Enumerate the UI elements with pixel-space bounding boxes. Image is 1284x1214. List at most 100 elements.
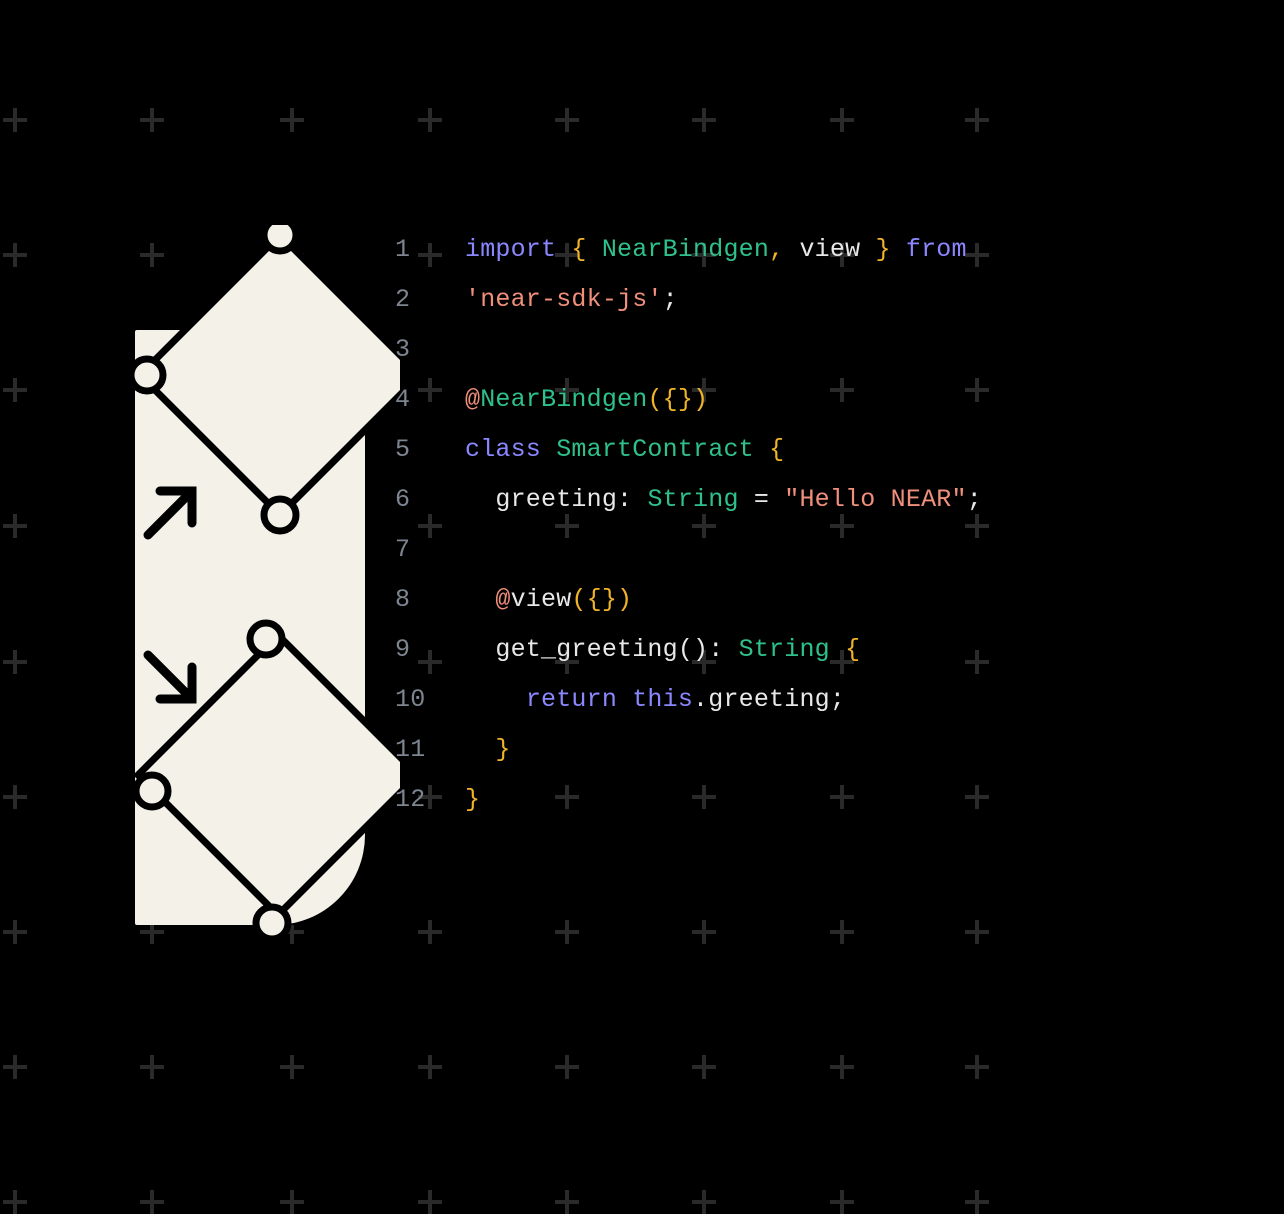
plus-icon (555, 1190, 579, 1214)
code-token: return (526, 685, 617, 714)
plus-icon (830, 1055, 854, 1079)
code-token: { (845, 635, 860, 664)
code-token: view (511, 585, 572, 614)
plus-icon (140, 1190, 164, 1214)
code-line: 11 } (395, 725, 982, 775)
code-token (891, 235, 906, 264)
plus-icon (692, 920, 716, 944)
plus-icon (965, 1190, 989, 1214)
code-token: 'near-sdk-js' (465, 285, 663, 314)
plus-icon (140, 108, 164, 132)
code-content: } (465, 775, 480, 825)
code-token: ; (663, 285, 678, 314)
code-content: @NearBindgen({}) (465, 375, 708, 425)
code-token: ; (967, 485, 982, 514)
plus-icon (3, 920, 27, 944)
code-token: get_greeting(): (465, 635, 739, 664)
code-token: @ (495, 585, 510, 614)
code-content: greeting: String = "Hello NEAR"; (465, 475, 982, 525)
code-token: "Hello NEAR" (784, 485, 966, 514)
plus-icon (3, 108, 27, 132)
code-token (754, 435, 769, 464)
line-number: 7 (395, 525, 465, 575)
code-line: 6 greeting: String = "Hello NEAR"; (395, 475, 982, 525)
code-line: 4@NearBindgen({}) (395, 375, 982, 425)
code-token: this (632, 685, 693, 714)
code-token: .greeting; (693, 685, 845, 714)
plus-icon (280, 1055, 304, 1079)
code-token: = (739, 485, 785, 514)
code-token (556, 235, 571, 264)
plus-icon (280, 108, 304, 132)
plus-icon (692, 108, 716, 132)
code-line: 9 get_greeting(): String { (395, 625, 982, 675)
code-line: 1import { NearBindgen, view } from (395, 225, 982, 275)
code-line: 3 (395, 325, 982, 375)
plus-icon (555, 920, 579, 944)
plus-icon (418, 1055, 442, 1079)
code-content: @view({}) (465, 575, 632, 625)
code-line: 2'near-sdk-js'; (395, 275, 982, 325)
code-token (587, 235, 602, 264)
plus-icon (555, 1055, 579, 1079)
code-token (465, 585, 495, 614)
code-snippet: 1import { NearBindgen, view } from2'near… (395, 225, 982, 825)
code-token: NearBindgen (602, 235, 769, 264)
code-token (465, 685, 526, 714)
code-token (830, 635, 845, 664)
plus-icon (3, 785, 27, 809)
code-token: from (906, 235, 967, 264)
code-content: } (465, 725, 511, 775)
line-number: 3 (395, 325, 465, 375)
code-token: { (769, 435, 784, 464)
line-number: 4 (395, 375, 465, 425)
code-token: @ (465, 385, 480, 414)
plus-icon (830, 920, 854, 944)
code-line: 8 @view({}) (395, 575, 982, 625)
code-content: import { NearBindgen, view } from (465, 225, 967, 275)
plus-icon (3, 1055, 27, 1079)
line-number: 5 (395, 425, 465, 475)
code-token: import (465, 235, 556, 264)
plus-icon (830, 108, 854, 132)
code-content: 'near-sdk-js'; (465, 275, 678, 325)
plus-icon (3, 650, 27, 674)
line-number: 1 (395, 225, 465, 275)
code-token: greeting: (465, 485, 647, 514)
code-token (617, 685, 632, 714)
code-line: 5class SmartContract { (395, 425, 982, 475)
plus-icon (3, 1190, 27, 1214)
plus-icon (3, 378, 27, 402)
plus-icon (140, 1055, 164, 1079)
plus-icon (418, 1190, 442, 1214)
line-number: 11 (395, 725, 465, 775)
plus-icon (3, 514, 27, 538)
code-token: String (739, 635, 830, 664)
line-number: 8 (395, 575, 465, 625)
plus-icon (965, 920, 989, 944)
code-token: class (465, 435, 541, 464)
plus-icon (965, 108, 989, 132)
plus-icon (280, 1190, 304, 1214)
code-line: 7 (395, 525, 982, 575)
code-token: view (784, 235, 875, 264)
code-token: { (571, 235, 586, 264)
code-content: class SmartContract { (465, 425, 784, 475)
code-content: return this.greeting; (465, 675, 845, 725)
line-number: 10 (395, 675, 465, 725)
code-token: } (875, 235, 890, 264)
plus-icon (830, 1190, 854, 1214)
code-token: String (647, 485, 738, 514)
plus-icon (555, 108, 579, 132)
plus-icon (3, 243, 27, 267)
line-number: 6 (395, 475, 465, 525)
code-token: SmartContract (556, 435, 754, 464)
code-token: , (769, 235, 784, 264)
code-token (465, 735, 495, 764)
code-token: } (495, 735, 510, 764)
code-line: 10 return this.greeting; (395, 675, 982, 725)
plus-icon (418, 920, 442, 944)
plus-icon (692, 1055, 716, 1079)
plus-icon (965, 1055, 989, 1079)
near-nodes-graphic (100, 225, 400, 945)
